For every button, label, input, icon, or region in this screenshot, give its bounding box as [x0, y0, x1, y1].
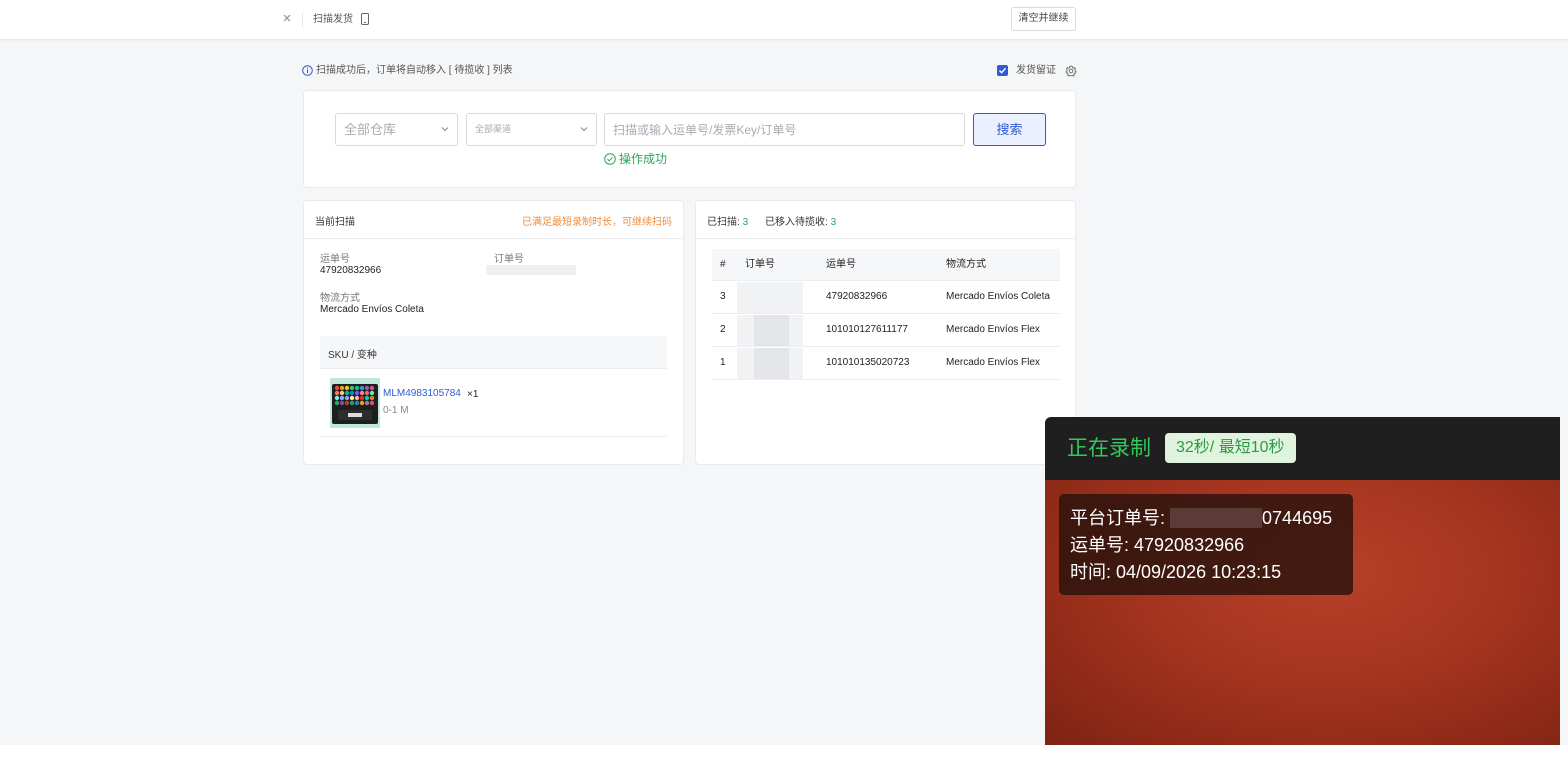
current-scan-title: 当前扫描: [315, 217, 355, 228]
watermark-order-line: 平台订单号: 0744695: [1070, 505, 1342, 532]
redacted-order-number-core: [754, 315, 789, 346]
row-waybill: 47920832966: [826, 291, 888, 302]
row-logistics: Mercado Envíos Coleta: [946, 291, 1050, 302]
watermark-waybill-line: 运单号: 47920832966: [1070, 535, 1245, 555]
redacted-order-number-core: [754, 348, 789, 379]
watermark-order-label: 平台订单号:: [1070, 508, 1166, 528]
recording-overlay: 正在录制 32秒/ 最短10秒 平台订单号: 0744695 运单号: 4792…: [1045, 417, 1560, 745]
row-waybill: 101010127611177: [826, 324, 908, 335]
row-index: 3: [720, 291, 726, 302]
scan-info-text: 扫描成功后，订单将自动移入 [ 待揽收 ] 列表: [316, 65, 513, 76]
row-index: 1: [720, 357, 726, 368]
recording-watermark: 平台订单号: 0744695 运单号: 47920832966 时间: 04/0…: [1059, 494, 1353, 595]
watermark-time-line: 时间: 04/09/2026 10:23:15: [1070, 562, 1282, 582]
table-row[interactable]: 1 101010135020723 Mercado Envíos Flex: [712, 347, 1060, 380]
sku-quantity: ×1: [467, 389, 479, 400]
sku-link[interactable]: MLM4983105784: [383, 388, 461, 399]
close-icon[interactable]: ×: [281, 11, 293, 26]
row-index: 2: [720, 324, 726, 335]
logistics-value: Mercado Envíos Coleta: [320, 304, 424, 315]
sku-row: MLM4983105784 ×1 0-1 M: [320, 369, 667, 437]
scanned-list-header: 已扫描: 3 已移入待揽收: 3: [696, 201, 1075, 239]
current-scan-panel: 当前扫描 已满足最短录制时长，可继续扫码 运单号 47920832966 订单号…: [303, 200, 684, 465]
chevron-down-icon: [441, 127, 449, 132]
scanned-list-panel: 已扫描: 3 已移入待揽收: 3 # 订单号 运单号 物流方式 3 479208…: [695, 200, 1076, 465]
column-header-waybill: 运单号: [826, 259, 856, 270]
chevron-down-icon: [580, 127, 588, 132]
order-label: 订单号: [494, 254, 524, 265]
search-button[interactable]: 搜索: [973, 113, 1046, 146]
current-scan-header: 当前扫描 已满足最短录制时长，可继续扫码: [304, 201, 683, 239]
search-input[interactable]: [604, 113, 965, 146]
column-header-order: 订单号: [745, 259, 775, 270]
redacted-order-number: [737, 282, 803, 313]
row-logistics: Mercado Envíos Flex: [946, 324, 1040, 335]
scanned-count-stat: 已扫描: 3: [707, 213, 748, 228]
bottom-band: [0, 745, 1568, 757]
recording-header: 正在录制 32秒/ 最短10秒: [1045, 417, 1560, 480]
sku-table-header: SKU / 变种: [320, 336, 667, 369]
moved-count-stat: 已移入待揽收: 3: [765, 213, 836, 228]
moved-count-label: 已移入待揽收:: [765, 217, 828, 228]
gear-icon[interactable]: [1065, 65, 1077, 77]
row-logistics: Mercado Envíos Flex: [946, 357, 1040, 368]
column-header-index: #: [720, 259, 726, 270]
table-row[interactable]: 2 101010127611177 Mercado Envíos Flex: [712, 314, 1060, 347]
search-card: 全部仓库 全部渠道 搜索 操作成功: [303, 90, 1076, 188]
column-header-logistics: 物流方式: [946, 259, 986, 270]
clear-and-continue-button[interactable]: 清空并继续: [1011, 7, 1076, 31]
shipping-proof-label: 发货留证: [1016, 65, 1056, 76]
waybill-value: 47920832966: [320, 265, 382, 276]
scanned-count-value: 3: [742, 217, 749, 228]
recording-duration-badge: 32秒/ 最短10秒: [1165, 433, 1296, 463]
channel-select[interactable]: 全部渠道: [466, 113, 597, 146]
redacted-order-number: [1170, 508, 1263, 528]
logistics-label: 物流方式: [320, 293, 360, 304]
info-icon: [302, 65, 313, 76]
check-circle-icon: [604, 153, 616, 165]
shipping-proof-checkbox[interactable]: [997, 65, 1008, 76]
channel-select-value: 全部渠道: [475, 124, 512, 134]
scanned-count-label: 已扫描:: [707, 217, 740, 228]
table-row[interactable]: 3 47920832966 Mercado Envíos Coleta: [712, 281, 1060, 314]
product-thumbnail: [330, 378, 380, 428]
camera-preview: 平台订单号: 0744695 运单号: 47920832966 时间: 04/0…: [1045, 480, 1560, 745]
min-duration-notice: 已满足最短录制时长，可继续扫码: [522, 217, 672, 228]
waybill-label: 运单号: [320, 254, 350, 265]
success-text: 操作成功: [619, 152, 668, 166]
sku-variant: 0-1 M: [383, 405, 409, 416]
redacted-order-number: [486, 265, 576, 275]
sku-column-header: SKU / 变种: [328, 350, 377, 361]
phone-icon[interactable]: [361, 13, 369, 25]
scanned-table: # 订单号 运单号 物流方式 3 47920832966 Mercado Env…: [712, 249, 1060, 380]
page-title: 扫描发货: [313, 14, 353, 25]
warehouse-select[interactable]: 全部仓库: [335, 113, 458, 146]
divider: [302, 13, 303, 27]
recording-title: 正在录制: [1067, 437, 1151, 460]
row-waybill: 101010135020723: [826, 357, 910, 368]
warehouse-select-value: 全部仓库: [344, 122, 397, 137]
table-header-row: # 订单号 运单号 物流方式: [712, 249, 1060, 281]
watermark-order-suffix: 0744695: [1262, 508, 1333, 528]
moved-count-value: 3: [830, 217, 837, 228]
success-message: 操作成功: [604, 152, 667, 166]
top-bar: × 扫描发货 清空并继续: [0, 0, 1568, 40]
